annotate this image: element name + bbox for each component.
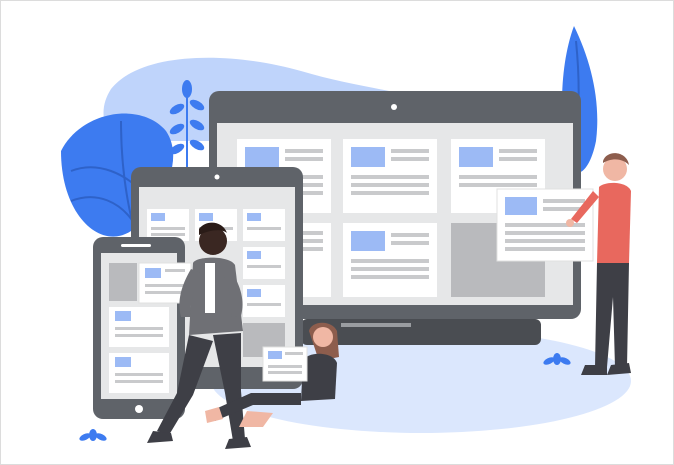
ground-plant [79,429,107,441]
illustration-frame [0,0,674,465]
monitor-card [343,223,437,297]
monitor-card [343,139,437,213]
floating-card-right [496,188,594,262]
responsive-design-illustration [61,26,631,449]
floating-card-woman [262,346,308,382]
